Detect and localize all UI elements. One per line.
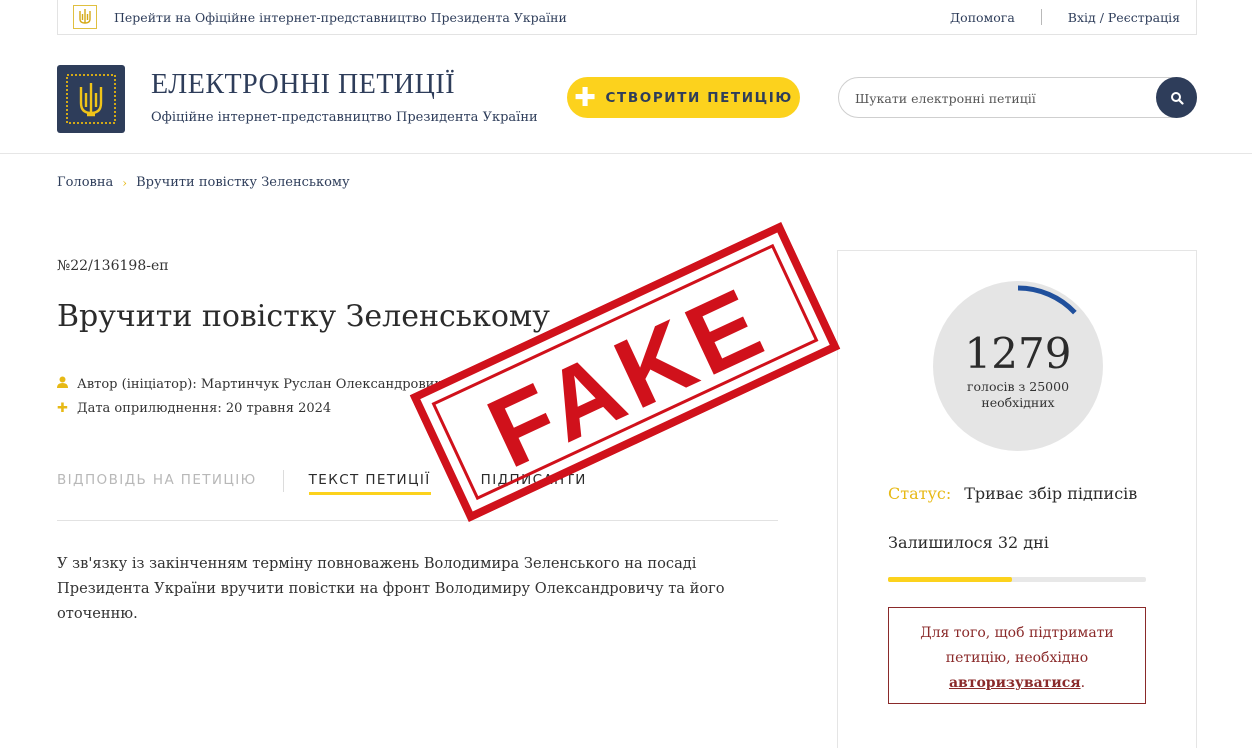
petition-author: Автор (ініціатор): Мартинчук Руслан Олек… <box>57 376 443 392</box>
site-subtitle: Офіційне інтернет-представництво Президе… <box>151 110 538 125</box>
votes-count: 1279 <box>964 329 1072 378</box>
plus-icon: ✚ <box>574 82 598 113</box>
plus-icon: ✚ <box>57 401 68 416</box>
top-strip: Перейти на Офіційне інтернет-представниц… <box>57 0 1197 35</box>
petition-body: У зв'язку із закінченням терміну повнова… <box>57 555 725 622</box>
search-bar <box>838 77 1197 118</box>
petition-author-text: Автор (ініціатор): Мартинчук Руслан Олек… <box>77 376 443 392</box>
site-logo[interactable] <box>57 65 125 133</box>
petition-sidebar: 1279 голосів з 25000 необхідних Статус: Т… <box>837 250 1197 748</box>
chevron-right-icon: › <box>122 175 128 190</box>
login-register-link[interactable]: Вхід / Реєстрація <box>1068 10 1180 25</box>
create-petition-label: СТВОРИТИ ПЕТИЦІЮ <box>605 89 793 106</box>
tab-divider <box>282 470 284 492</box>
votes-circle: 1279 голосів з 25000 необхідних <box>931 279 1105 453</box>
breadcrumb-current: Вручити повістку Зеленському <box>136 175 350 190</box>
search-icon <box>1170 91 1184 105</box>
votes-subtitle: голосів з 25000 необхідних <box>966 379 1070 410</box>
breadcrumb: Головна › Вручити повістку Зеленському <box>57 175 350 190</box>
status-value: Триває збір підписів <box>964 484 1138 503</box>
auth-notice: Для того, щоб підтримати петицію, необхі… <box>888 607 1146 704</box>
auth-notice-text: Для того, щоб підтримати петицію, необхі… <box>920 625 1114 666</box>
petition-number: №22/136198-еп <box>57 258 169 274</box>
create-petition-button[interactable]: ✚ СТВОРИТИ ПЕТИЦІЮ <box>567 77 800 118</box>
president-site-link[interactable]: Перейти на Офіційне інтернет-представниц… <box>114 10 567 25</box>
divider <box>1040 9 1042 25</box>
time-progress-fill <box>888 577 1012 582</box>
site-header: ЕЛЕКТРОННІ ПЕТИЦІЇ Офіційне інтернет-пре… <box>0 35 1252 154</box>
petition-date-text: Дата оприлюднення: 20 травня 2024 <box>77 401 332 416</box>
search-input[interactable] <box>855 87 1145 109</box>
tab-text[interactable]: ТЕКСТ ПЕТИЦІЇ <box>308 472 431 495</box>
site-title[interactable]: ЕЛЕКТРОННІ ПЕТИЦІЇ <box>151 69 455 101</box>
search-button[interactable] <box>1156 77 1197 118</box>
petition-title: Вручити повістку Зеленському <box>57 299 550 334</box>
breadcrumb-home[interactable]: Головна <box>57 175 113 190</box>
auth-link[interactable]: авторизуватися <box>949 675 1081 691</box>
status-label: Статус: <box>888 484 952 503</box>
time-progress-bar <box>888 577 1146 582</box>
user-icon <box>57 376 77 392</box>
petition-tabs: ВІДПОВІДЬ НА ПЕТИЦІЮ ТЕКСТ ПЕТИЦІЇ ПІДПИ… <box>57 470 778 521</box>
auth-notice-end: . <box>1080 675 1086 691</box>
petition-status: Статус: Триває збір підписів <box>888 484 1137 503</box>
tab-answer[interactable]: ВІДПОВІДЬ НА ПЕТИЦІЮ <box>57 472 257 495</box>
days-remaining: Залишилося 32 дні <box>888 533 1049 552</box>
help-link[interactable]: Допомога <box>950 10 1015 25</box>
petition-date: ✚ Дата оприлюднення: 20 травня 2024 <box>57 401 331 416</box>
trident-icon[interactable] <box>73 5 97 29</box>
